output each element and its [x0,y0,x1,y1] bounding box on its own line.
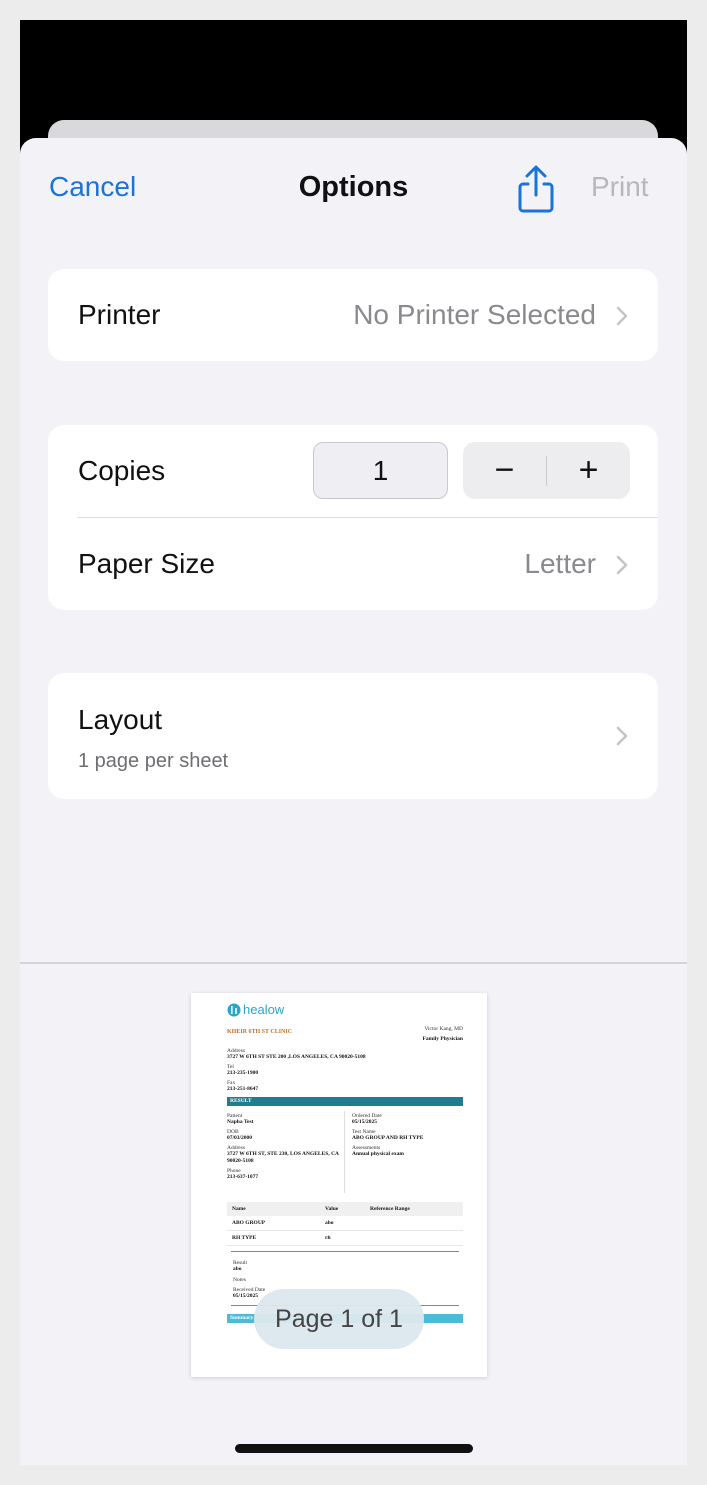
navigation-bar: Cancel Options Print [20,138,687,238]
layout-label: Layout [78,704,163,735]
copies-row: Copies 1 − + [48,425,658,517]
column-header-range: Reference Range [370,1206,410,1212]
printer-row[interactable]: Printer No Printer Selected [48,269,658,361]
brand-name: healow [243,1002,285,1017]
print-preview-area: healow KHEIR 6TH ST CLINIC Victor Kang, … [20,962,687,1465]
dob-value: 07/03/2000 [227,1135,253,1141]
summary-label: Summary [230,1315,254,1321]
ordered-date-value: 05/15/2025 [352,1119,378,1125]
paper-size-value: Letter [524,548,596,579]
print-button[interactable]: Print [591,171,649,203]
provider-title: Family Physician [422,1036,464,1042]
column-header-value: Value [325,1206,339,1212]
assessments-value: Annual physical exam [352,1151,404,1157]
printer-value: No Printer Selected [353,299,596,330]
row-name: RH TYPE [232,1235,257,1241]
test-name-value: ABO GROUP AND RH TYPE [352,1135,424,1141]
tel-value: 213-235-1900 [227,1070,259,1076]
received-date-value: 05/15/2025 [233,1293,259,1299]
address-value: 3727 W 6TH ST STE 200 ,LOS ANGELES, CA 9… [227,1054,366,1060]
layout-value: 1 page per sheet [78,750,229,772]
row-value: abo [325,1220,334,1226]
chevron-right-icon [615,305,629,327]
result-header: RESULT [230,1098,252,1104]
paper-size-row[interactable]: Paper Size Letter [48,518,658,610]
table-row: ABO GROUP abo [227,1216,463,1231]
column-divider [344,1111,345,1193]
clinic-name: KHEIR 6TH ST CLINIC [227,1029,293,1035]
healow-logo-icon [227,1003,241,1022]
column-header-name: Name [232,1206,246,1212]
copies-stepper: − + [463,442,630,499]
row-name: ABO GROUP [232,1220,266,1226]
table-row: RH TYPE rh [227,1231,463,1246]
layout-row[interactable]: Layout 1 page per sheet [48,673,658,799]
copies-paper-group: Copies 1 − + Paper Size Letter [48,425,658,610]
chevron-right-icon [615,554,629,576]
page-indicator: Page 1 of 1 [254,1289,424,1349]
printer-label: Printer [78,299,161,330]
fax-value: 213-251-8647 [227,1086,259,1092]
share-icon[interactable] [514,164,558,214]
increment-button[interactable]: + [547,442,630,499]
provider-name: Victor Kang, MD [424,1026,463,1032]
result-header-bar: RESULT [227,1097,463,1106]
screen: Cancel Options Print Printer No Printer … [20,20,687,1465]
copies-label: Copies [78,455,166,486]
phone-value: 213-637-1077 [227,1174,259,1180]
printer-group: Printer No Printer Selected [48,269,658,361]
result-value: abo [233,1266,242,1272]
row-value: rh [325,1235,331,1241]
cancel-button[interactable]: Cancel [49,171,136,203]
patient-address-value: 3727 W 6TH ST, STE 230, LOS ANGELES, CA … [227,1151,339,1164]
chevron-right-icon [615,725,629,747]
notes-label: Notes [233,1277,246,1283]
print-options-sheet: Cancel Options Print Printer No Printer … [20,138,687,1465]
copies-input[interactable]: 1 [313,442,448,499]
paper-size-label: Paper Size [78,548,215,579]
patient-value: Napha Test [227,1119,254,1125]
home-indicator[interactable] [235,1444,473,1453]
decrement-button[interactable]: − [463,442,546,499]
layout-group: Layout 1 page per sheet [48,673,658,799]
section-divider [231,1251,459,1252]
results-table-header: Name Value Reference Range [227,1202,463,1216]
